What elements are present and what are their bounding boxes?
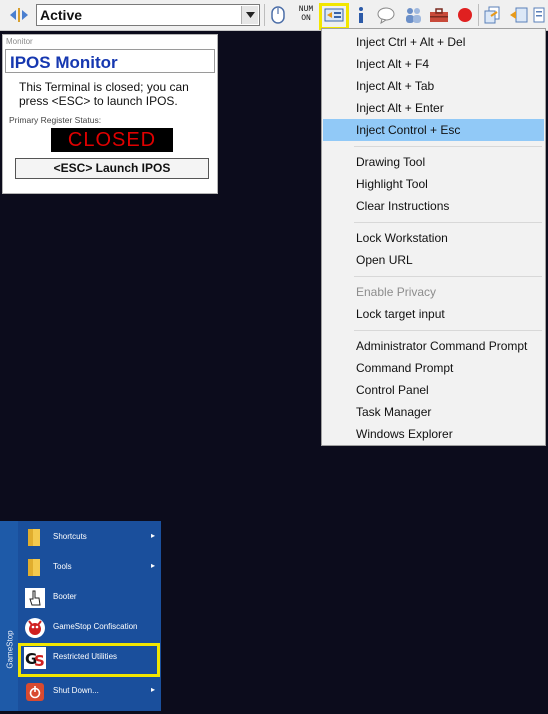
start-item-tools[interactable]: Tools ▸ bbox=[18, 553, 161, 583]
menu-separator bbox=[354, 146, 542, 147]
terminal-closed-message: This Terminal is closed; you can press <… bbox=[19, 80, 189, 108]
toolbox-icon[interactable] bbox=[428, 4, 450, 26]
menu-item-clear-instructions[interactable]: Clear Instructions bbox=[323, 195, 544, 217]
menu-item-task-manager[interactable]: Task Manager bbox=[323, 401, 544, 423]
menu-item-lock-workstation[interactable]: Lock Workstation bbox=[323, 227, 544, 249]
start-item-gamestop-confiscation[interactable]: GameStop Confiscation bbox=[18, 613, 161, 643]
folder-icon bbox=[24, 527, 46, 549]
menu-item-admin-command-prompt[interactable]: Administrator Command Prompt bbox=[323, 335, 544, 357]
mouse-icon[interactable] bbox=[267, 4, 289, 26]
confiscation-icon bbox=[24, 617, 46, 639]
start-item-label: Shut Down... bbox=[53, 686, 99, 695]
menu-item-inject-alt-f4[interactable]: Inject Alt + F4 bbox=[323, 53, 544, 75]
menu-separator bbox=[354, 222, 542, 223]
menu-item-inject-control-esc[interactable]: Inject Control + Esc bbox=[323, 119, 544, 141]
menu-item-highlight-tool[interactable]: Highlight Tool bbox=[323, 173, 544, 195]
start-item-label: GameStop Confiscation bbox=[53, 622, 138, 631]
submenu-arrow-icon: ▸ bbox=[150, 561, 155, 570]
menu-item-inject-ctrl-alt-del[interactable]: Inject Ctrl + Alt + Del bbox=[323, 31, 544, 53]
window-title: Monitor bbox=[6, 37, 33, 46]
start-item-label: Shortcuts bbox=[53, 532, 87, 541]
start-item-shut-down[interactable]: Shut Down... ▸ bbox=[18, 677, 161, 707]
menu-item-inject-alt-enter[interactable]: Inject Alt + Enter bbox=[323, 97, 544, 119]
menu-item-inject-alt-tab[interactable]: Inject Alt + Tab bbox=[323, 75, 544, 97]
launch-ipos-button[interactable]: <ESC> Launch IPOS bbox=[15, 158, 209, 179]
menu-item-enable-privacy: Enable Privacy bbox=[356, 285, 437, 299]
submenu-arrow-icon: ▸ bbox=[150, 531, 155, 540]
file-transfer-icon[interactable] bbox=[508, 4, 530, 26]
menu-item-windows-explorer[interactable]: Windows Explorer bbox=[323, 423, 544, 445]
submenu-arrow-icon: ▸ bbox=[150, 685, 155, 694]
users-icon[interactable] bbox=[402, 4, 424, 26]
page-title: IPOS Monitor bbox=[5, 49, 215, 73]
start-item-label: Booter bbox=[53, 592, 77, 601]
chevron-down-icon[interactable] bbox=[241, 6, 258, 24]
restricted-utilities-highlight bbox=[18, 643, 160, 677]
side-banner-label: GameStop bbox=[5, 630, 15, 669]
gamestop-start-menu: GameStop Shortcuts ▸ Tools ▸ Booter Game… bbox=[0, 521, 161, 711]
start-menu-side-banner: GameStop bbox=[0, 521, 18, 711]
num-lock-indicator: NUM ON bbox=[298, 5, 314, 23]
inject-keys-highlight bbox=[319, 3, 349, 30]
power-icon bbox=[24, 681, 46, 703]
menu-separator bbox=[354, 276, 542, 277]
status-dropdown[interactable]: Active bbox=[36, 4, 260, 26]
menu-item-drawing-tool[interactable]: Drawing Tool bbox=[323, 151, 544, 173]
start-item-label: Tools bbox=[53, 562, 72, 571]
status-value: Active bbox=[40, 7, 83, 23]
start-item-booter[interactable]: Booter bbox=[18, 583, 161, 613]
network-icon[interactable] bbox=[482, 4, 504, 26]
inject-keys-menu: Inject Ctrl + Alt + Del Inject Alt + F4 … bbox=[321, 28, 546, 446]
stop-icon[interactable] bbox=[454, 4, 476, 26]
info-icon[interactable] bbox=[350, 4, 372, 26]
toolbar-divider bbox=[264, 4, 265, 26]
register-status-label: Primary Register Status: bbox=[9, 115, 102, 125]
remote-toolbar: Active NUM ON bbox=[0, 0, 548, 31]
hand-pointer-icon bbox=[24, 587, 46, 609]
settings-icon[interactable] bbox=[531, 4, 547, 26]
start-item-shortcuts[interactable]: Shortcuts ▸ bbox=[18, 523, 161, 553]
nav-arrows-icon[interactable] bbox=[8, 4, 30, 26]
folder-icon bbox=[24, 557, 46, 579]
menu-separator bbox=[354, 330, 542, 331]
chat-icon[interactable] bbox=[375, 4, 397, 26]
register-status-display: CLOSED bbox=[51, 128, 173, 152]
ipos-monitor-window: Monitor IPOS Monitor This Terminal is cl… bbox=[2, 34, 218, 194]
menu-item-command-prompt[interactable]: Command Prompt bbox=[323, 357, 544, 379]
menu-item-open-url[interactable]: Open URL bbox=[323, 249, 544, 271]
toolbar-divider bbox=[478, 4, 479, 26]
menu-item-control-panel[interactable]: Control Panel bbox=[323, 379, 544, 401]
menu-item-lock-target-input[interactable]: Lock target input bbox=[323, 303, 544, 325]
